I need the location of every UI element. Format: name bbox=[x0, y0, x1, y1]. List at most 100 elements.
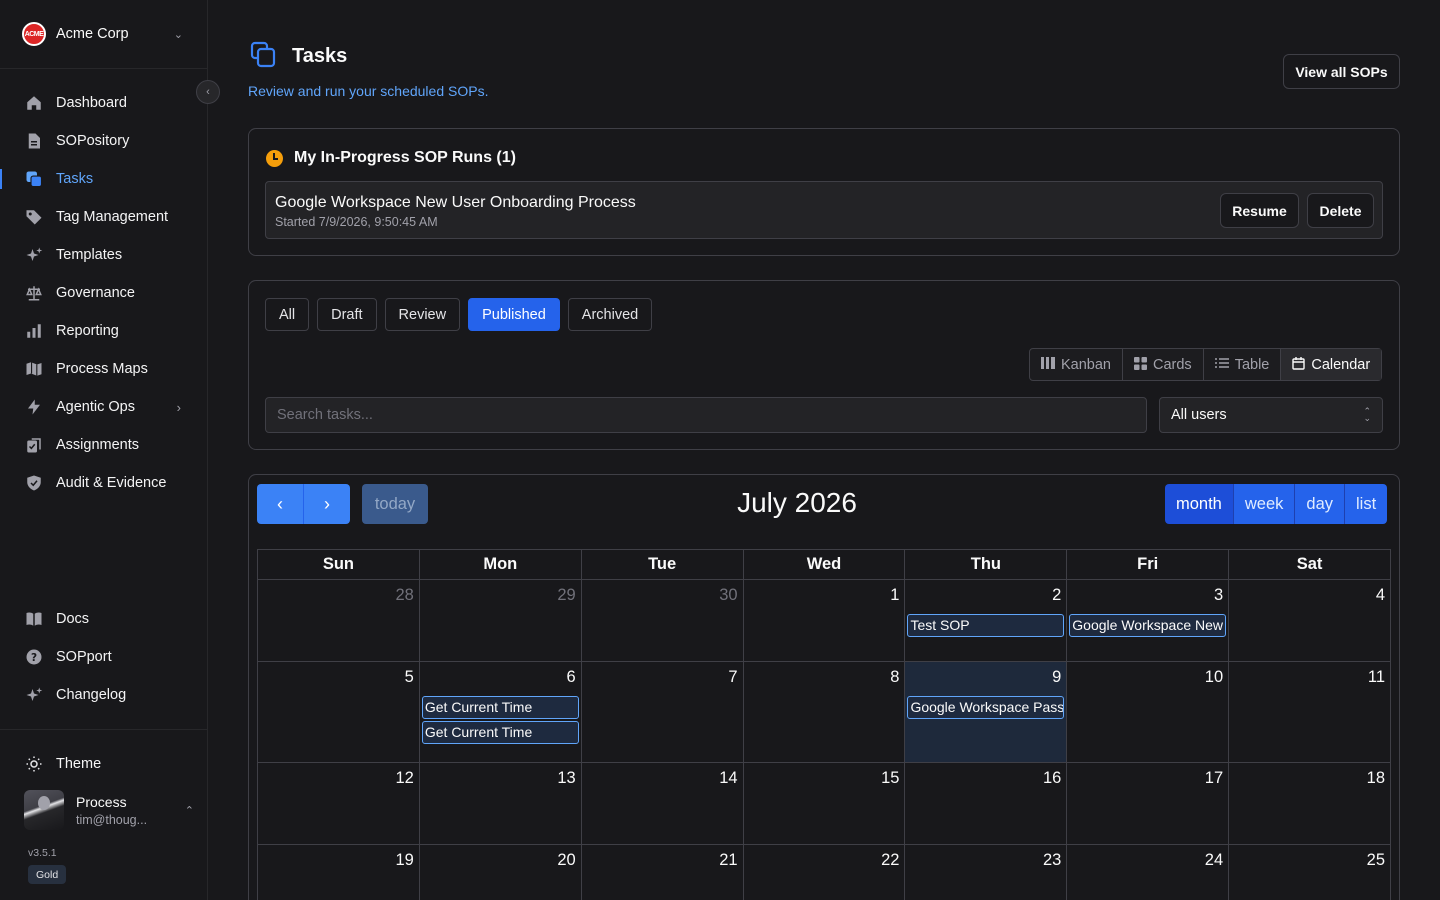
page-subtitle: Review and run your scheduled SOPs. bbox=[248, 83, 489, 99]
sidebar-item-label: Changelog bbox=[56, 687, 127, 703]
plan-badge: Gold bbox=[28, 865, 67, 884]
sidebar-item-dashboard[interactable]: Dashboard bbox=[0, 84, 207, 122]
calendar-icon bbox=[1292, 356, 1306, 373]
user-menu[interactable]: Process tim@thoug... ⌃ bbox=[24, 790, 194, 830]
calendar-day[interactable]: 21 bbox=[582, 845, 744, 900]
sidebar-item-label: Process Maps bbox=[56, 361, 148, 377]
weekday-label: Wed bbox=[743, 550, 906, 580]
calendar-day[interactable]: 10 bbox=[1067, 662, 1230, 763]
day-number: 17 bbox=[1204, 769, 1224, 787]
sidebar-item-governance[interactable]: Governance bbox=[0, 274, 207, 312]
tab-all[interactable]: All bbox=[265, 298, 310, 331]
calendar-day[interactable]: 22 bbox=[744, 845, 906, 900]
view-kanban[interactable]: Kanban bbox=[1030, 349, 1123, 380]
tab-draft[interactable]: Draft bbox=[317, 298, 377, 331]
sparkles-icon bbox=[24, 685, 44, 705]
sidebar-item-templates[interactable]: Templates bbox=[0, 236, 207, 274]
calendar-event[interactable]: Test SOP bbox=[907, 614, 1065, 637]
calendar-day[interactable]: 20 bbox=[420, 845, 582, 900]
calendar-day[interactable]: 1 bbox=[743, 580, 906, 662]
mode-month[interactable]: month bbox=[1165, 484, 1234, 524]
tab-published[interactable]: Published bbox=[468, 298, 560, 331]
copy-icon bbox=[248, 40, 278, 73]
calendar-day[interactable]: 14 bbox=[581, 763, 744, 845]
calendar-day[interactable]: 18 bbox=[1229, 763, 1392, 845]
sidebar-item-process-maps[interactable]: Process Maps bbox=[0, 350, 207, 388]
calendar-day[interactable]: 12 bbox=[258, 763, 420, 845]
calendar-event[interactable]: Get Current Time bbox=[421, 721, 579, 744]
calendar-day[interactable]: 2 Test SOP bbox=[905, 580, 1068, 662]
mode-list[interactable]: list bbox=[1345, 484, 1388, 524]
user-filter-select[interactable]: All users ⌃ ⌄ bbox=[1159, 397, 1383, 433]
view-cards[interactable]: Cards bbox=[1123, 349, 1204, 380]
sidebar-item-sopport[interactable]: ? SOPport bbox=[0, 638, 207, 676]
view-table[interactable]: Table bbox=[1204, 349, 1282, 380]
help-circle-icon: ? bbox=[24, 647, 44, 667]
calendar-event[interactable]: Google Workspace Password Reset bbox=[907, 696, 1065, 719]
day-number: 22 bbox=[881, 851, 900, 869]
calendar-day[interactable]: 16 bbox=[905, 763, 1068, 845]
scale-icon bbox=[24, 283, 44, 303]
page-header: Tasks bbox=[248, 40, 347, 73]
calendar-day[interactable]: 6 Get Current Time Get Current Time bbox=[419, 662, 582, 763]
mode-day[interactable]: day bbox=[1295, 484, 1345, 524]
sidebar-item-agentic-ops[interactable]: Agentic Ops › bbox=[0, 388, 207, 426]
sidebar-item-docs[interactable]: Docs bbox=[0, 600, 207, 638]
bolt-icon bbox=[24, 397, 44, 417]
mode-week[interactable]: week bbox=[1233, 484, 1296, 524]
collapse-sidebar-button[interactable]: ‹ bbox=[196, 80, 220, 104]
calendar-day[interactable]: 19 bbox=[258, 845, 420, 900]
view-all-sops-button[interactable]: View all SOPs bbox=[1283, 54, 1400, 89]
org-switcher[interactable]: ACME Acme Corp ⌄ bbox=[0, 0, 207, 69]
day-number: 8 bbox=[890, 668, 900, 686]
calendar-day[interactable]: 5 bbox=[258, 662, 420, 763]
resume-button[interactable]: Resume bbox=[1220, 193, 1299, 228]
calendar-week: 5 6 Get Current Time Get Current Time 7 8 9 Goo… bbox=[258, 662, 1392, 763]
view-label: Table bbox=[1234, 356, 1270, 373]
day-number: 15 bbox=[881, 769, 900, 787]
sidebar-item-changelog[interactable]: Changelog bbox=[0, 676, 207, 714]
view-label: Calendar bbox=[1311, 356, 1371, 373]
calendar-event[interactable]: Google Workspace New User Onboarding Pro… bbox=[1069, 614, 1227, 637]
calendar-day[interactable]: 3 Google Workspace New User Onboarding Pr… bbox=[1067, 580, 1230, 662]
calendar-day[interactable]: 25 bbox=[1229, 845, 1392, 900]
calendar-day[interactable]: 7 bbox=[581, 662, 744, 763]
view-label: Cards bbox=[1153, 356, 1192, 373]
grid-icon bbox=[1134, 356, 1147, 373]
calendar-day[interactable]: 15 bbox=[743, 763, 906, 845]
avatar bbox=[24, 790, 64, 830]
calendar-day[interactable]: 29 bbox=[419, 580, 582, 662]
calendar-day[interactable]: 23 bbox=[905, 845, 1068, 900]
tab-review[interactable]: Review bbox=[384, 298, 461, 331]
view-calendar[interactable]: Calendar bbox=[1281, 349, 1382, 380]
day-number: 11 bbox=[1367, 668, 1386, 686]
list-icon bbox=[1214, 357, 1229, 372]
sidebar-item-label: Docs bbox=[56, 611, 90, 627]
calendar-day[interactable]: 30 bbox=[581, 580, 744, 662]
search-input[interactable] bbox=[265, 397, 1147, 433]
calendar-day[interactable]: 4 bbox=[1229, 580, 1392, 662]
calendar-day-today[interactable]: 9 Google Workspace Password Reset bbox=[905, 662, 1068, 763]
sidebar-item-sopository[interactable]: SOPository bbox=[0, 122, 207, 160]
sidebar-item-tasks[interactable]: Tasks bbox=[0, 160, 207, 198]
in-progress-run-row[interactable]: Google Workspace New User Onboarding Pro… bbox=[265, 181, 1383, 239]
sidebar-item-audit-evidence[interactable]: Audit & Evidence bbox=[0, 464, 207, 502]
sidebar-item-reporting[interactable]: Reporting bbox=[0, 312, 207, 350]
tab-archived[interactable]: Archived bbox=[567, 298, 653, 331]
calendar-day[interactable]: 28 bbox=[258, 580, 420, 662]
sun-icon bbox=[24, 754, 44, 774]
sidebar-item-tag-management[interactable]: Tag Management bbox=[0, 198, 207, 236]
sidebar-item-assignments[interactable]: Assignments bbox=[0, 426, 207, 464]
day-number: 14 bbox=[719, 769, 738, 787]
calendar-day[interactable]: 17 bbox=[1067, 763, 1230, 845]
weekday-label: Tue bbox=[581, 550, 744, 580]
weekday-header: Sun Mon Tue Wed Thu Fri Sat bbox=[258, 550, 1392, 580]
calendar-day[interactable]: 11 bbox=[1229, 662, 1392, 763]
delete-button[interactable]: Delete bbox=[1307, 193, 1374, 228]
calendar-day[interactable]: 24 bbox=[1067, 845, 1230, 900]
calendar-day[interactable]: 8 bbox=[743, 662, 906, 763]
calendar-event[interactable]: Get Current Time bbox=[421, 696, 579, 719]
day-number: 10 bbox=[1204, 668, 1224, 686]
theme-toggle[interactable]: Theme bbox=[0, 745, 207, 783]
calendar-day[interactable]: 13 bbox=[419, 763, 582, 845]
